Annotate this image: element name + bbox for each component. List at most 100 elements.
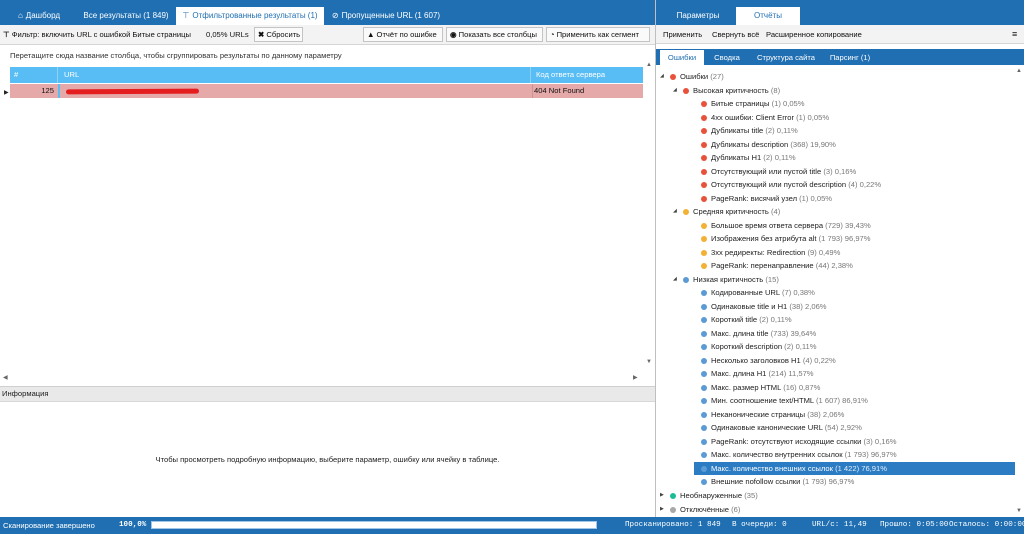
orange-dot-icon [701,235,707,242]
expand-toggle-icon[interactable]: ◢ [660,70,669,83]
tab-errors[interactable]: Ошибки [660,50,704,65]
expand-toggle-icon[interactable]: ▶ [660,503,669,516]
red-dot-icon [701,100,707,107]
tree-item[interactable]: Большое время ответа сервера (729) 39,43… [700,219,871,232]
grid-horizontal-scrollbar[interactable]: ◀ ▶ [0,374,645,383]
column-header-status-code[interactable]: Код ответа сервера [532,67,643,83]
orange-dot-icon [701,222,707,229]
blue-dot-icon [701,303,707,310]
scroll-up-icon[interactable]: ▲ [1016,68,1022,74]
scroll-left-icon[interactable]: ◀ [3,374,8,381]
tree-item[interactable]: Дубликаты description (368) 19,90% [700,138,836,151]
tab-site-structure[interactable]: Структура сайта [752,50,820,65]
tree-item[interactable]: Несколько заголовков H1 (4) 0,22% [700,354,836,367]
apply-button[interactable]: Применить [663,25,702,44]
tree-item[interactable]: PageRank: перенаправление (44) 2,38% [700,259,853,272]
scroll-up-icon[interactable]: ▲ [646,62,652,68]
tree-item[interactable]: 4xx ошибки: Client Error (1) 0,05% [700,111,829,124]
blocked-icon: ⊘ [331,11,339,20]
tab-all-results[interactable]: Все результаты (1 849) [78,7,174,25]
tree-node-low-severity[interactable]: ◢ Низкая критичность (15) [673,273,779,286]
tree-item[interactable]: PageRank: отсутствуют исходящие ссылки (… [700,435,896,448]
tree-item[interactable]: Одинаковые title и H1 (38) 2,06% [700,300,827,313]
tree-node-errors[interactable]: ◢ Ошибки (27) [660,70,724,83]
sidebar-tabbar: Параметры Отчёты [656,0,1024,25]
tree-item[interactable]: Макс. количество внутренних ссылок (1 79… [700,448,897,461]
tree-item[interactable]: Отсутствующий или пустой description (4)… [700,178,881,191]
tree-item-selected[interactable]: Макс. количество внешних ссылок (1 422) … [694,462,1015,475]
tree-item[interactable]: Макс. длина H1 (214) 11,57% [700,367,814,380]
tree-item[interactable]: Неканонические страницы (38) 2,06% [700,408,844,421]
tree-node-unimportant[interactable]: ▶ Необнаруженные (35) [660,489,758,502]
expand-toggle-icon[interactable]: ◢ [673,205,682,218]
scan-progress-fill [152,522,596,528]
tab-skipped-urls[interactable]: ⊘ Пропущенные URL (1 607) [326,7,446,25]
tree-label: PageRank: перенаправление [711,261,814,270]
extended-copy-button[interactable]: Расширенное копирование [766,25,862,44]
filter-icon: ⊤ [182,11,190,20]
tree-label: Мин. соотношение text/HTML [711,396,814,405]
tree-item[interactable]: PageRank: висячий узел (1) 0,05% [700,192,832,205]
reset-filter-button[interactable]: ✖ Сбросить [254,27,303,42]
blue-dot-icon [701,384,707,391]
pie-icon: ◔ [550,30,555,39]
close-icon: ✖ [258,30,265,39]
expand-toggle-icon[interactable]: ▶ [660,489,669,502]
tree-label: PageRank: висячий узел [711,194,798,203]
tree-item[interactable]: Макс. длина title (733) 39,64% [700,327,816,340]
tab-parameters[interactable]: Параметры [664,7,732,25]
tree-item[interactable]: Макс. размер HTML (16) 0,87% [700,381,820,394]
tree-item[interactable]: Отсутствующий или пустой title (3) 0,16% [700,165,856,178]
tree-item[interactable]: Внешние nofollow ссылки (1 793) 96,97% [700,475,854,488]
column-header-number[interactable]: # [10,67,58,83]
overflow-menu-icon[interactable]: ≡ [1012,25,1017,44]
tree-label: PageRank: отсутствуют исходящие ссылки [711,437,862,446]
tree-item[interactable]: Мин. соотношение text/HTML (1 607) 86,91… [700,394,868,407]
tree-label: Короткий title [711,315,758,324]
tree-vertical-scrollbar[interactable]: ▲ ▼ [1015,68,1024,516]
apply-as-segment-label: Применить как сегмент [556,30,639,39]
expand-toggle-icon[interactable]: ◢ [673,273,682,286]
apply-as-segment-button[interactable]: ◔ Применить как сегмент [546,27,650,42]
show-all-columns-label: Показать все столбцы [458,30,537,39]
scroll-right-icon[interactable]: ▶ [633,374,638,381]
sidebar-pane: Параметры Отчёты Применить Свернуть всё … [656,0,1024,517]
tree-item[interactable]: Короткий description (2) 0,11% [700,340,817,353]
tree-label: Необнаруженные [680,491,743,500]
tab-parsing[interactable]: Парсинг (1) [826,50,874,65]
error-report-button[interactable]: ▲ Отчёт по ошибке [363,27,443,42]
tree-node-disabled[interactable]: ▶ Отключённые (6) [660,503,740,516]
tree-item[interactable]: Дубликаты H1 (2) 0,11% [700,151,796,164]
red-dot-icon [701,195,707,202]
expand-toggle-icon[interactable]: ◢ [673,84,682,97]
cell-url[interactable] [62,84,532,98]
show-all-columns-button[interactable]: ◉ Показать все столбцы [446,27,543,42]
tree-item[interactable]: Изображения без атрибута alt (1 793) 96,… [700,232,871,245]
blue-dot-icon [701,289,707,296]
tree-item[interactable]: 3xx редиректы: Redirection (9) 0,49% [700,246,840,259]
tree-item[interactable]: Одинаковые канонические URL (54) 2,92% [700,421,862,434]
grid-vertical-scrollbar[interactable]: ▲ ▼ [645,62,654,380]
blue-dot-icon [701,343,707,350]
tree-item[interactable]: Битые страницы (1) 0,05% [700,97,805,110]
tab-summary[interactable]: Сводка [710,50,744,65]
tree-node-high-severity[interactable]: ◢ Высокая критичность (8) [673,84,780,97]
tree-item[interactable]: Кодированные URL (7) 0,38% [700,286,815,299]
group-by-hint[interactable]: Перетащите сюда название столбца, чтобы … [10,51,342,60]
tree-node-medium-severity[interactable]: ◢ Средняя критичность (4) [673,205,780,218]
tree-label: Изображения без атрибута alt [711,234,817,243]
column-header-url[interactable]: URL [60,67,531,83]
tab-dashboard[interactable]: ⌂ Дашборд [10,7,68,25]
red-dot-icon [701,181,707,188]
tree-label: Макс. количество внешних ссылок [711,464,833,473]
scroll-down-icon[interactable]: ▼ [646,359,652,365]
table-row[interactable]: 125 404 Not Found [10,84,643,98]
collapse-all-button[interactable]: Свернуть всё [712,25,759,44]
tree-item[interactable]: Короткий title (2) 0,11% [700,313,792,326]
tab-filtered-results[interactable]: ⊤ Отфильтрованные результаты (1) [176,7,324,25]
tab-reports[interactable]: Отчёты [736,7,800,25]
gray-dot-icon [670,506,676,513]
tab-dashboard-label: Дашборд [25,11,61,20]
scroll-down-icon[interactable]: ▼ [1016,508,1022,514]
tree-item[interactable]: Дубликаты title (2) 0,11% [700,124,798,137]
